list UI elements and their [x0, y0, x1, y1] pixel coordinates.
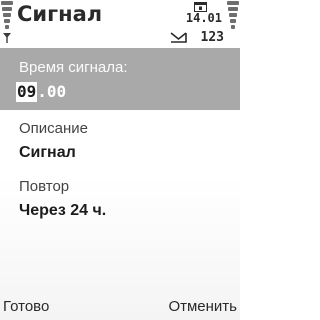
envelope-icon — [170, 32, 187, 43]
antenna-icon — [3, 33, 11, 43]
signal-bar — [2, 7, 12, 11]
status-bar: Сигнал 14.01 123 — [0, 0, 240, 48]
battery-bar — [229, 13, 237, 17]
battery-bar — [231, 25, 235, 29]
battery-bar — [227, 1, 239, 5]
repeat-field[interactable]: Повтор Через 24 ч. — [0, 168, 240, 224]
repeat-label: Повтор — [19, 178, 70, 195]
page-title: Сигнал — [17, 2, 103, 26]
description-label: Описание — [19, 120, 89, 137]
alarm-form: Время сигнала: 09.00 Описание Сигнал Пов… — [0, 48, 240, 224]
alarm-time-minutes[interactable]: .00 — [37, 82, 66, 102]
signal-bar — [5, 25, 9, 29]
description-value[interactable]: Сигнал — [19, 143, 76, 163]
date-display: 14.01 — [185, 11, 222, 25]
repeat-value[interactable]: Через 24 ч. — [19, 201, 106, 221]
battery-bar — [230, 19, 236, 23]
alarm-time-value[interactable]: 09.00 — [16, 82, 66, 102]
alarm-time-label: Время сигнала: — [19, 59, 128, 76]
signal-bar — [3, 13, 11, 17]
alarm-time-field[interactable]: Время сигнала: 09.00 — [0, 48, 240, 110]
message-count: 123 — [200, 30, 224, 45]
alarm-editor-screen: Сигнал 14.01 123 Время сигнала: 09.00 Оп… — [0, 0, 240, 320]
signal-bar — [4, 19, 10, 23]
softkey-bar: Готово Отменить — [0, 296, 240, 320]
done-softkey[interactable]: Готово — [3, 298, 49, 316]
alarm-time-hours[interactable]: 09 — [16, 82, 38, 102]
battery-bar — [228, 7, 238, 11]
description-field[interactable]: Описание Сигнал — [0, 110, 240, 168]
cancel-softkey[interactable]: Отменить — [168, 298, 237, 316]
signal-bar — [1, 1, 13, 5]
